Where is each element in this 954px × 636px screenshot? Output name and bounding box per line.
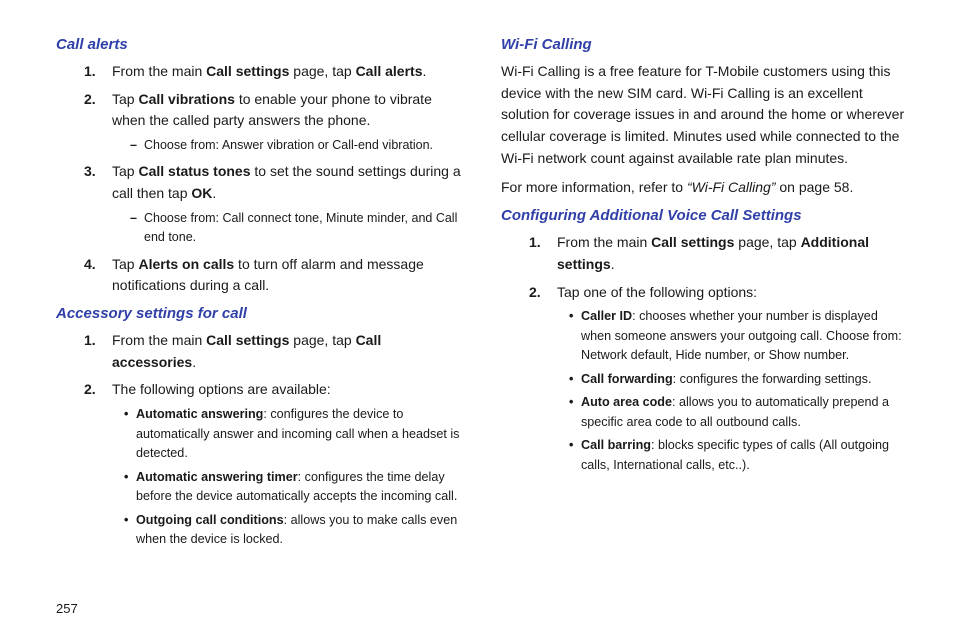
- text: page, tap: [289, 332, 355, 348]
- item-number: 3.: [84, 161, 96, 183]
- bullet-item: Auto area code: allows you to automatica…: [569, 393, 910, 432]
- text: The following options are available:: [112, 381, 331, 397]
- list-item: 2. Tap Call vibrations to enable your ph…: [84, 89, 465, 156]
- list-item: 4. Tap Alerts on calls to turn off alarm…: [84, 254, 465, 297]
- text: page, tap: [289, 63, 355, 79]
- list-item: 2. The following options are available: …: [84, 379, 465, 549]
- item-number: 1.: [529, 232, 541, 254]
- bold-text: Call alerts: [356, 63, 423, 79]
- list-item: 2. Tap one of the following options: Cal…: [529, 282, 910, 476]
- bold-text: Auto area code: [581, 395, 672, 409]
- wifi-description: Wi-Fi Calling is a free feature for T-Mo…: [501, 61, 910, 169]
- bold-text: Call status tones: [138, 163, 250, 179]
- item-number: 2.: [84, 89, 96, 111]
- config-list: 1. From the main Call settings page, tap…: [529, 232, 910, 475]
- dash-list: Choose from: Call connect tone, Minute m…: [112, 209, 465, 248]
- bullet-item: Call barring: blocks specific types of c…: [569, 436, 910, 475]
- accessory-list: 1. From the main Call settings page, tap…: [84, 330, 465, 550]
- bullet-item: Call forwarding: configures the forwardi…: [569, 370, 910, 390]
- bullet-list: Automatic answering: configures the devi…: [112, 405, 465, 550]
- bold-text: Call settings: [206, 63, 289, 79]
- item-number: 2.: [84, 379, 96, 401]
- text: Tap: [112, 163, 138, 179]
- page-number: 257: [56, 601, 910, 616]
- text: From the main: [557, 234, 651, 250]
- bullet-item: Automatic answering: configures the devi…: [124, 405, 465, 464]
- text: page, tap: [734, 234, 800, 250]
- bullet-item: Caller ID: chooses whether your number i…: [569, 307, 910, 366]
- item-number: 4.: [84, 254, 96, 276]
- bold-text: Caller ID: [581, 309, 632, 323]
- list-item: 1. From the main Call settings page, tap…: [529, 232, 910, 275]
- bold-text: Call barring: [581, 438, 651, 452]
- dash-item: Choose from: Call connect tone, Minute m…: [130, 209, 465, 248]
- bold-text: Call vibrations: [138, 91, 234, 107]
- bold-text: Alerts on calls: [138, 256, 234, 272]
- text: .: [212, 185, 216, 201]
- bold-text: Call settings: [206, 332, 289, 348]
- heading-call-alerts: Call alerts: [56, 36, 465, 53]
- text: .: [423, 63, 427, 79]
- text: Tap: [112, 256, 138, 272]
- bold-text: Automatic answering timer: [136, 470, 298, 484]
- item-number: 2.: [529, 282, 541, 304]
- heading-configuring-additional: Configuring Additional Voice Call Settin…: [501, 207, 910, 224]
- text: From the main: [112, 63, 206, 79]
- text: : configures the forwarding settings.: [673, 372, 872, 386]
- bullet-list: Caller ID: chooses whether your number i…: [557, 307, 910, 475]
- call-alerts-list: 1. From the main Call settings page, tap…: [84, 61, 465, 297]
- left-column: Call alerts 1. From the main Call settin…: [56, 36, 465, 593]
- text: .: [611, 256, 615, 272]
- text: .: [192, 354, 196, 370]
- cross-reference-link[interactable]: “Wi-Fi Calling”: [687, 179, 776, 195]
- item-number: 1.: [84, 330, 96, 352]
- bold-text: Automatic answering: [136, 407, 263, 421]
- bullet-item: Automatic answering timer: configures th…: [124, 468, 465, 507]
- bold-text: OK: [191, 185, 212, 201]
- heading-wifi-calling: Wi-Fi Calling: [501, 36, 910, 53]
- text: on page 58.: [776, 179, 854, 195]
- wifi-xref: For more information, refer to “Wi-Fi Ca…: [501, 177, 910, 199]
- list-item: 3. Tap Call status tones to set the soun…: [84, 161, 465, 247]
- list-item: 1. From the main Call settings page, tap…: [84, 61, 465, 83]
- two-column-layout: Call alerts 1. From the main Call settin…: [56, 36, 910, 593]
- heading-accessory-settings: Accessory settings for call: [56, 305, 465, 322]
- dash-item: Choose from: Answer vibration or Call-en…: [130, 136, 465, 155]
- bold-text: Call settings: [651, 234, 734, 250]
- list-item: 1. From the main Call settings page, tap…: [84, 330, 465, 373]
- dash-list: Choose from: Answer vibration or Call-en…: [112, 136, 465, 155]
- text: From the main: [112, 332, 206, 348]
- text: Tap one of the following options:: [557, 284, 757, 300]
- bold-text: Outgoing call conditions: [136, 513, 284, 527]
- text: Tap: [112, 91, 138, 107]
- text: For more information, refer to: [501, 179, 687, 195]
- bullet-item: Outgoing call conditions: allows you to …: [124, 511, 465, 550]
- item-number: 1.: [84, 61, 96, 83]
- bold-text: Call forwarding: [581, 372, 673, 386]
- right-column: Wi-Fi Calling Wi-Fi Calling is a free fe…: [501, 36, 910, 593]
